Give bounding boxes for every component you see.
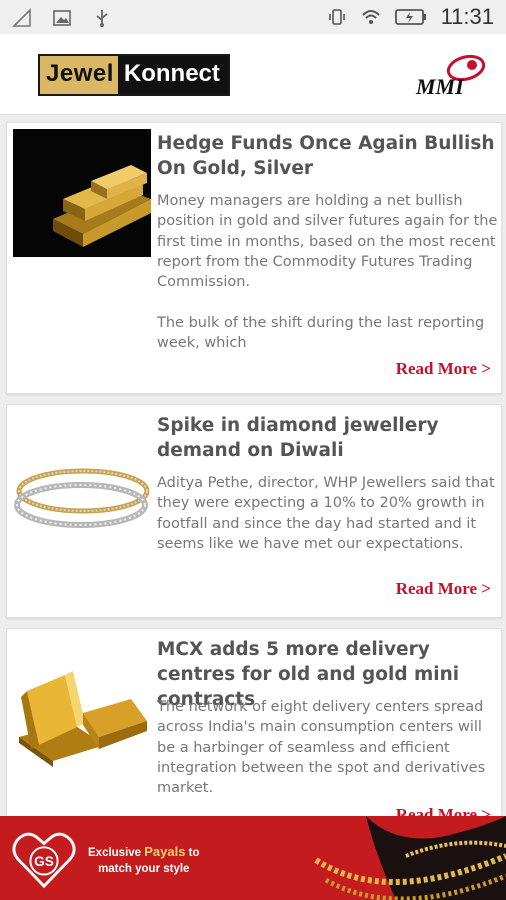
article-title[interactable]: Spike in diamond jewellery demand on Diw… — [157, 413, 499, 463]
payal-anklet-image — [314, 816, 506, 900]
wifi-icon — [361, 10, 380, 24]
ad-line1-highlight: Payals — [144, 844, 186, 859]
jewelkonnect-logo[interactable]: Jewel Konnect — [38, 54, 230, 96]
vibrate-icon — [328, 9, 345, 25]
ad-line1-prefix: Exclusive — [88, 847, 145, 859]
article-excerpt: Money managers are holding a net bullish… — [157, 193, 498, 352]
ad-text: Exclusive Payals to match your style — [88, 844, 200, 877]
ad-banner[interactable]: GS Exclusive Payals to match your style — [0, 816, 506, 900]
read-more-link[interactable]: Read More > — [396, 579, 491, 599]
article-excerpt: Aditya Pethe, director, WHP Jewellers sa… — [157, 475, 495, 552]
gold-bullion-image — [13, 641, 151, 769]
app-header: Jewel Konnect MMI — [0, 34, 506, 115]
news-card[interactable]: Spike in diamond jewellery demand on Diw… — [6, 404, 502, 618]
image-icon — [53, 10, 71, 26]
svg-text:MMI: MMI — [415, 74, 465, 98]
gold-bars-image — [13, 129, 151, 257]
read-more-link[interactable]: Read More > — [396, 359, 491, 379]
usb-icon — [96, 10, 108, 27]
signal-icon — [12, 8, 31, 27]
article-excerpt: The network of eight delivery centers sp… — [157, 699, 486, 797]
svg-text:GS: GS — [34, 854, 54, 869]
logo-part1: Jewel — [40, 56, 118, 94]
news-card[interactable]: MCX adds 5 more delivery centres for old… — [6, 628, 502, 840]
battery-charging-icon — [394, 9, 426, 25]
news-card[interactable]: Hedge Funds Once Again Bullish On Gold, … — [6, 122, 502, 394]
status-bar: 11:31 — [0, 0, 506, 34]
article-title[interactable]: Hedge Funds Once Again Bullish On Gold, … — [157, 131, 499, 181]
ad-line2: match your style — [98, 863, 190, 875]
ad-line1-suffix: to — [185, 847, 200, 859]
gs-brand-logo: GS — [12, 832, 76, 889]
mmi-logo: MMI — [415, 54, 486, 98]
diamond-bangles-image — [13, 433, 151, 561]
status-time: 11:31 — [440, 4, 494, 29]
logo-part2: Konnect — [117, 56, 228, 94]
